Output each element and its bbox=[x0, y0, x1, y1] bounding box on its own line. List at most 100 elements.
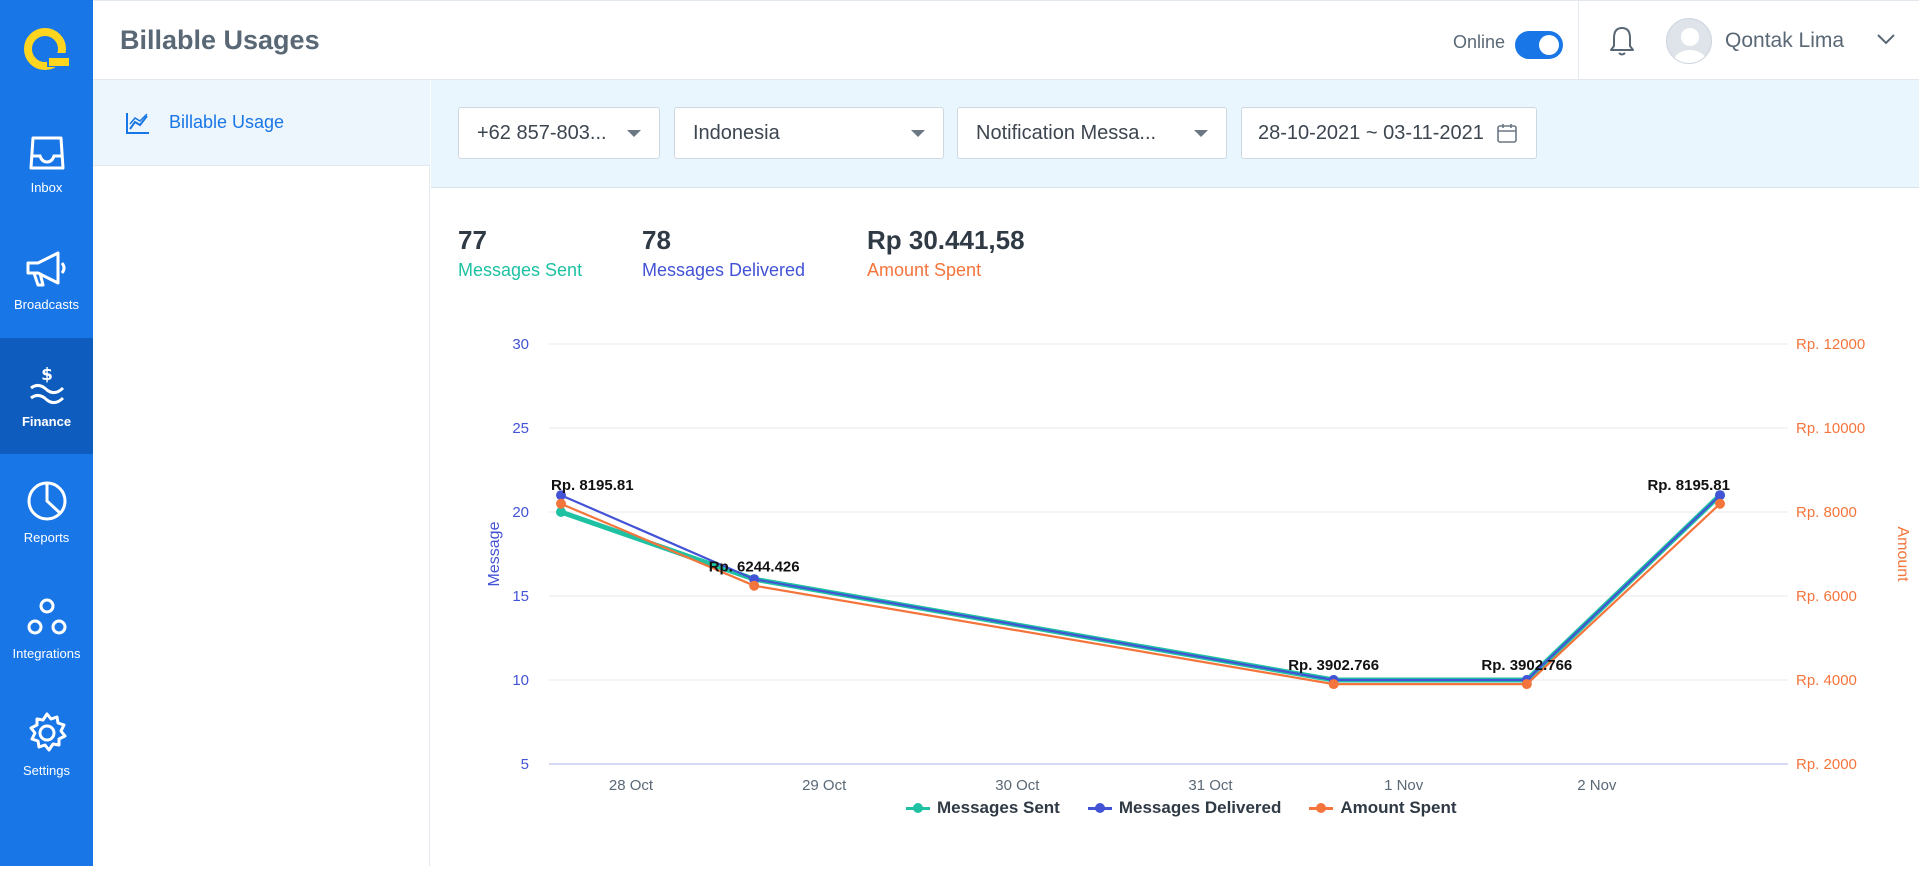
inbox-icon bbox=[29, 136, 64, 169]
subnav-item-billable-usage[interactable]: Billable Usage bbox=[93, 80, 430, 166]
stat-value: 78 bbox=[642, 225, 671, 255]
pie-chart-icon bbox=[27, 481, 66, 520]
y2-tick-label: Rp. 8000 bbox=[1796, 504, 1857, 521]
legend-label: Amount Spent bbox=[1340, 798, 1457, 817]
message-type-select-value: Notification Messa... bbox=[976, 121, 1157, 144]
y2-tick-label: Rp. 12000 bbox=[1796, 336, 1865, 353]
x-tick-label: 29 Oct bbox=[802, 777, 847, 794]
stat-label: Messages Delivered bbox=[642, 260, 806, 280]
data-label: Rp. 6244.426 bbox=[709, 559, 800, 576]
chart-legend: Messages Sent Messages Delivered Amount … bbox=[906, 798, 1485, 818]
country-select-value: Indonesia bbox=[693, 121, 780, 144]
finance-icon: $ bbox=[29, 365, 64, 404]
country-select[interactable]: Indonesia bbox=[674, 107, 944, 159]
stat-amount-spent: Rp 30.441,58 Amount Spent bbox=[867, 225, 1025, 281]
legend-label: Messages Sent bbox=[937, 798, 1060, 817]
caret-down-icon bbox=[627, 130, 641, 137]
nav-label-inbox: Inbox bbox=[30, 179, 63, 195]
nav-label-settings: Settings bbox=[23, 762, 70, 778]
phone-select[interactable]: +62 857-803... bbox=[458, 107, 660, 159]
legend-item-messages-delivered[interactable]: Messages Delivered bbox=[1087, 798, 1282, 818]
stat-label: Amount Spent bbox=[867, 260, 982, 280]
nav-item-settings[interactable]: Settings bbox=[0, 686, 93, 802]
x-tick-label: 1 Nov bbox=[1384, 777, 1424, 794]
nav-item-broadcasts[interactable]: Broadcasts bbox=[0, 222, 93, 338]
date-range-value: 28-10-2021 ~ 03-11-2021 bbox=[1258, 121, 1484, 144]
bell-icon[interactable] bbox=[1608, 25, 1636, 57]
main-nav: Inbox Broadcasts $ Finance Reports Integ… bbox=[0, 0, 93, 866]
message-type-select[interactable]: Notification Messa... bbox=[957, 107, 1227, 159]
data-point bbox=[1715, 498, 1725, 509]
nav-item-integrations[interactable]: Integrations bbox=[0, 570, 93, 686]
x-tick-label: 2 Nov bbox=[1577, 777, 1617, 794]
nav-item-inbox[interactable]: Inbox bbox=[0, 106, 93, 222]
y-tick-label: 30 bbox=[512, 336, 529, 353]
qontak-logo[interactable] bbox=[0, 0, 93, 100]
svg-text:$: $ bbox=[41, 365, 53, 385]
data-point bbox=[1521, 679, 1532, 690]
chevron-down-icon[interactable] bbox=[1875, 31, 1897, 47]
subnav-label: Billable Usage bbox=[169, 112, 285, 132]
data-label: Rp. 3902.766 bbox=[1481, 657, 1572, 674]
y2-axis-title: Amount bbox=[1894, 526, 1911, 582]
stat-label: Messages Sent bbox=[458, 260, 583, 280]
gear-icon bbox=[29, 712, 66, 751]
data-label: Rp. 8195.81 bbox=[551, 477, 634, 494]
stat-messages-delivered: 78 Messages Delivered bbox=[642, 225, 805, 281]
nav-item-reports[interactable]: Reports bbox=[0, 454, 93, 570]
stat-value: 77 bbox=[458, 225, 487, 255]
data-point bbox=[556, 498, 566, 509]
online-label: Online bbox=[1453, 32, 1506, 52]
user-name[interactable]: Qontak Lima bbox=[1725, 29, 1844, 53]
legend-swatch bbox=[906, 803, 930, 813]
secondary-sidebar: Billable Usage bbox=[93, 80, 430, 866]
y-tick-label: 20 bbox=[512, 504, 529, 521]
y2-tick-label: Rp. 6000 bbox=[1796, 588, 1857, 605]
nav-label-broadcasts: Broadcasts bbox=[13, 296, 80, 312]
x-tick-label: 31 Oct bbox=[1188, 777, 1233, 794]
y-tick-label: 25 bbox=[512, 420, 529, 437]
legend-swatch bbox=[1087, 803, 1112, 813]
data-point bbox=[1328, 679, 1339, 690]
nav-label-reports: Reports bbox=[23, 529, 70, 545]
y-tick-label: 15 bbox=[512, 588, 529, 605]
nav-label-integrations: Integrations bbox=[12, 645, 81, 661]
caret-down-icon bbox=[911, 130, 925, 137]
toggle-knob bbox=[1539, 35, 1559, 55]
nav-item-finance[interactable]: $ Finance bbox=[0, 338, 93, 454]
data-label: Rp. 3902.766 bbox=[1288, 657, 1379, 674]
online-toggle[interactable] bbox=[1515, 31, 1563, 59]
area-chart-icon bbox=[126, 112, 149, 134]
avatar[interactable] bbox=[1666, 18, 1712, 64]
y2-tick-label: Rp. 2000 bbox=[1796, 756, 1857, 773]
filter-bar: +62 857-803... Indonesia Notification Me… bbox=[431, 80, 1919, 188]
y2-tick-label: Rp. 10000 bbox=[1796, 420, 1865, 437]
legend-label: Messages Delivered bbox=[1118, 798, 1282, 817]
y-tick-label: 5 bbox=[521, 756, 529, 773]
app-root: Inbox Broadcasts $ Finance Reports Integ… bbox=[0, 0, 1919, 870]
legend-swatch bbox=[1309, 803, 1334, 813]
date-range-picker[interactable]: 28-10-2021 ~ 03-11-2021 bbox=[1241, 107, 1537, 159]
header-divider bbox=[1578, 1, 1579, 81]
phone-select-value: +62 857-803... bbox=[477, 121, 607, 144]
stat-messages-sent: 77 Messages Sent bbox=[458, 225, 582, 281]
y-axis-title: Message bbox=[486, 521, 503, 586]
megaphone-icon bbox=[26, 251, 65, 286]
page-title: Billable Usages bbox=[120, 25, 320, 55]
avatar-placeholder-icon bbox=[1673, 28, 1707, 63]
top-header: Billable Usages Online Qontak Lima bbox=[93, 0, 1919, 81]
data-point bbox=[749, 580, 760, 591]
caret-down-icon bbox=[1194, 130, 1208, 137]
x-tick-label: 30 Oct bbox=[995, 777, 1040, 794]
billable-usage-chart: 5 10 15 20 25 30 Rp. 2000 Rp. 4000 Rp. 6000 Rp. 8… bbox=[486, 336, 1911, 794]
legend-item-amount-spent[interactable]: Amount Spent bbox=[1309, 798, 1457, 818]
legend-item-messages-sent[interactable]: Messages Sent bbox=[906, 798, 1060, 818]
integrations-icon bbox=[27, 598, 66, 634]
x-tick-label: 28 Oct bbox=[609, 777, 654, 794]
data-label: Rp. 8195.81 bbox=[1647, 477, 1730, 494]
calendar-icon bbox=[1497, 124, 1517, 143]
nav-label-finance: Finance bbox=[21, 413, 72, 429]
y2-tick-label: Rp. 4000 bbox=[1796, 672, 1857, 689]
y-tick-label: 10 bbox=[512, 672, 529, 689]
stat-value: Rp 30.441,58 bbox=[867, 225, 1025, 255]
